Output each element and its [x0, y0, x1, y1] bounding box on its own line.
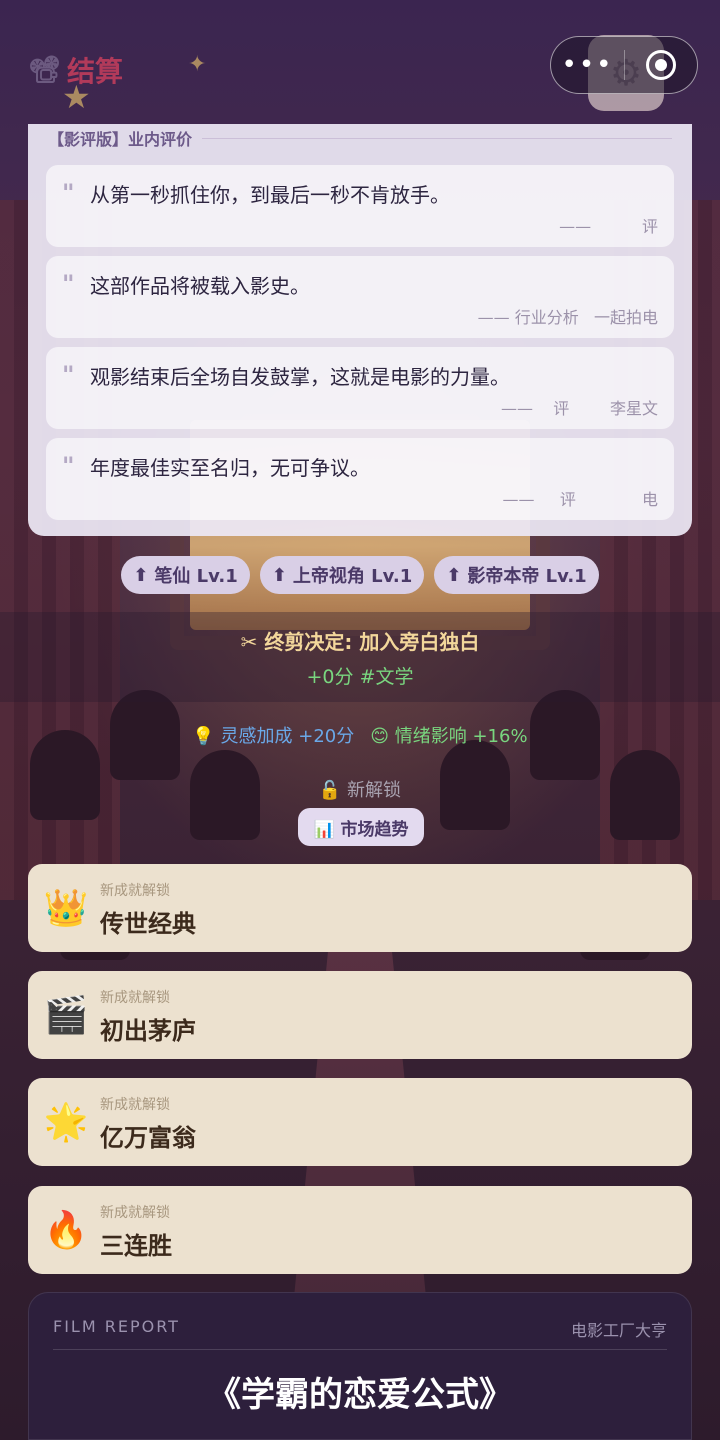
- crown-icon: 👑: [43, 888, 89, 929]
- quote-icon: ": [62, 179, 75, 207]
- divider: [202, 137, 672, 139]
- bonus-row: 💡 灵感加成 +20分 😊 情绪影响 +16%: [0, 722, 720, 748]
- quote-icon: ": [62, 361, 75, 389]
- arrow-up-icon: ⬆: [271, 564, 287, 586]
- target-close-icon: [645, 50, 676, 80]
- skill-badge[interactable]: ⬆ 影帝本帝 Lv.1: [434, 556, 599, 594]
- review-quote: " 观影结束后全场自发鼓掌，这就是电影的力量。 —— 评 李星文: [46, 347, 674, 429]
- star-icon: 🌟: [43, 1102, 89, 1143]
- inspiration-bonus: 💡 灵感加成 +20分: [192, 726, 355, 747]
- achievement-card[interactable]: 🎬 新成就解锁 初出茅庐: [28, 971, 692, 1059]
- review-quote: " 年度最佳实至名归，无可争议。 —— 评 电: [46, 438, 674, 520]
- film-camera-icon: 📽: [28, 55, 62, 85]
- divider: [53, 1349, 667, 1350]
- quote-icon: ": [62, 270, 75, 298]
- arrow-up-icon: ⬆: [133, 564, 149, 586]
- review-header: 【影评版】业内评价: [48, 124, 672, 152]
- report-company: 电影工厂大亨: [570, 1321, 667, 1340]
- final-cut-score: +0分 #文学: [306, 666, 414, 688]
- review-quote: " 这部作品将被载入影史。 —— 行业分析 一起拍电: [46, 256, 674, 338]
- fire-icon: 🔥: [43, 1210, 89, 1251]
- film-report-card: FILM REPORT 电影工厂大亨 《学霸的恋爱公式》: [28, 1292, 692, 1440]
- more-button[interactable]: •••: [551, 36, 624, 94]
- final-cut-title: ✂ 终剪决定: 加入旁白独白: [240, 630, 480, 654]
- emotion-bonus: 😊 情绪影响 +16%: [370, 726, 528, 747]
- report-label: FILM REPORT: [53, 1317, 180, 1336]
- achievement-card[interactable]: 👑 新成就解锁 传世经典: [28, 864, 692, 952]
- arrow-up-icon: ⬆: [446, 564, 462, 586]
- review-quote: " 从第一秒抓住你，到最后一秒不肯放手。 —— 评: [46, 165, 674, 247]
- skill-badge[interactable]: ⬆ 上帝视角 Lv.1: [259, 556, 425, 594]
- mini-program-capsule: •••: [550, 36, 698, 94]
- skill-badges: ⬆ 笔仙 Lv.1 ⬆ 上帝视角 Lv.1 ⬆ 影帝本帝 Lv.1: [0, 556, 720, 594]
- close-button[interactable]: [625, 50, 697, 80]
- page-title: 📽 结算: [28, 55, 124, 88]
- clapperboard-icon: 🎬: [43, 995, 89, 1036]
- skill-badge[interactable]: ⬆ 笔仙 Lv.1: [121, 556, 250, 594]
- market-trend-button[interactable]: 📊 市场趋势: [298, 808, 424, 846]
- new-unlock-label: 🔓 新解锁: [318, 780, 402, 801]
- achievement-card[interactable]: 🔥 新成就解锁 三连胜: [28, 1186, 692, 1274]
- achievement-card[interactable]: 🌟 新成就解锁 亿万富翁: [28, 1078, 692, 1166]
- quote-icon: ": [62, 452, 75, 480]
- review-card: 【影评版】业内评价 " 从第一秒抓住你，到最后一秒不肯放手。 —— 评 " 这部…: [28, 124, 692, 536]
- film-title: 《学霸的恋爱公式》: [207, 1375, 513, 1415]
